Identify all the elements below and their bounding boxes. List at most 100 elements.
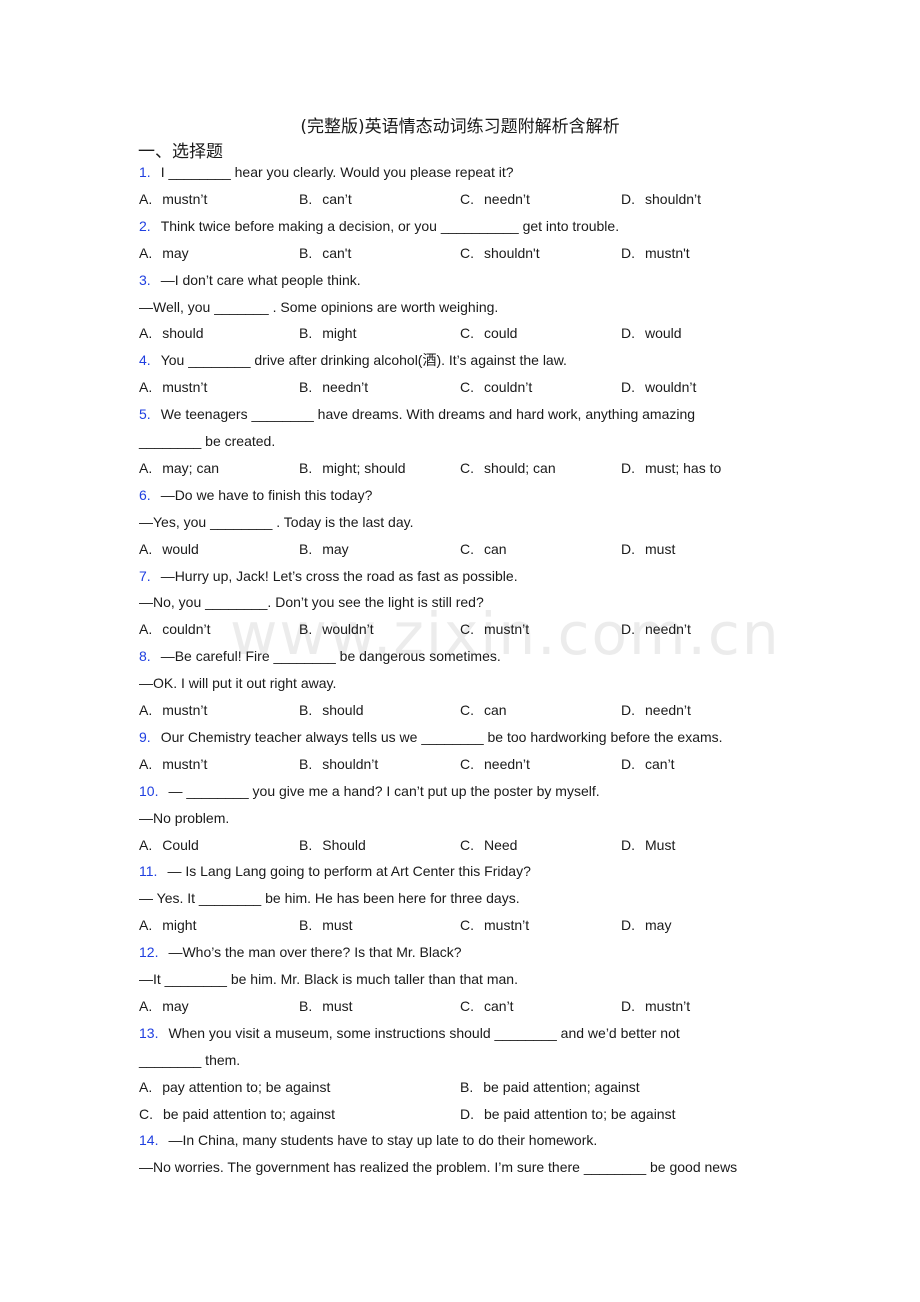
answer-option[interactable]: A. couldn’t [139, 620, 211, 638]
question-number: 2. [139, 217, 151, 234]
option-text: would [162, 540, 199, 557]
answer-option[interactable]: A. may [139, 997, 189, 1015]
answer-option[interactable]: B. might; should [299, 459, 406, 477]
answer-option[interactable]: B. be paid attention; against [460, 1078, 640, 1096]
answer-option[interactable]: B. must [299, 997, 353, 1015]
answer-option[interactable]: C. needn’t [460, 190, 530, 208]
answer-option[interactable]: B. must [299, 916, 353, 934]
answer-option[interactable]: A. may; can [139, 459, 219, 477]
answer-option[interactable]: B. wouldn’t [299, 620, 374, 638]
answer-option[interactable]: C. could [460, 324, 517, 342]
answer-option[interactable]: A. Could [139, 836, 199, 854]
option-letter: B. [299, 755, 313, 772]
answer-option[interactable]: C. can’t [460, 997, 514, 1015]
answer-option[interactable]: C. Need [460, 836, 517, 854]
answer-option[interactable]: D. mustn’t [621, 997, 690, 1015]
answer-option[interactable]: A. would [139, 540, 199, 558]
question-text: ________ be created. [139, 433, 276, 449]
option-letter: A. [139, 1078, 153, 1095]
option-text: can’t [645, 755, 675, 772]
option-letter: A. [139, 917, 153, 934]
answer-option[interactable]: D. Must [621, 836, 675, 854]
option-letter: B. [299, 459, 313, 476]
answer-option[interactable]: A. mustn’t [139, 190, 207, 208]
option-letter: C. [460, 755, 474, 772]
options-row: A. Could B. Should C. Need D. Must [139, 836, 839, 854]
question-line: —OK. I will put it out right away. [139, 674, 336, 692]
answer-option[interactable]: C. mustn’t [460, 620, 529, 638]
option-text: needn’t [484, 190, 530, 207]
question-stem: 4. You ________ drive after drinking alco… [139, 351, 567, 369]
option-text: needn’t [645, 702, 691, 718]
option-letter: D. [621, 325, 635, 342]
answer-option[interactable]: B. should [299, 701, 364, 719]
option-text: Should [322, 836, 366, 853]
option-letter: B. [299, 702, 313, 718]
question-stem: 3. —I don’t care what people think. [139, 271, 361, 289]
question-line: —No worries. The government has realized… [139, 1158, 737, 1176]
answer-option[interactable]: C. should; can [460, 459, 556, 477]
document-page: www.zixin.com.cn (完整版)英语情态动词练习题附解析含解析 一、… [0, 0, 920, 1302]
answer-option[interactable]: D. may [621, 916, 671, 934]
answer-option[interactable]: B. needn’t [299, 378, 368, 396]
option-text: might; should [322, 459, 406, 476]
answer-option[interactable]: B. can't [299, 244, 351, 262]
question-number: 11. [139, 863, 158, 880]
option-text: must [645, 540, 676, 557]
option-text: can't [322, 244, 352, 261]
answer-option[interactable]: D. needn’t [621, 620, 691, 638]
answer-option[interactable]: A. pay attention to; be against [139, 1078, 330, 1096]
answer-option[interactable]: D. must [621, 540, 675, 558]
question-text: —OK. I will put it out right away. [139, 675, 337, 692]
option-letter: B. [299, 540, 313, 557]
answer-option[interactable]: D. can’t [621, 755, 675, 773]
answer-option[interactable]: D. must; has to [621, 459, 721, 477]
option-letter: C. [460, 540, 474, 557]
option-text: Must [645, 836, 676, 853]
option-letter: D. [621, 379, 635, 396]
answer-option[interactable]: C. shouldn't [460, 244, 540, 262]
question-stem: 12. —Who’s the man over there? Is that Mr… [139, 943, 462, 961]
answer-option[interactable]: A. might [139, 916, 196, 934]
answer-option[interactable]: D. needn’t [621, 701, 691, 719]
question-number: 14. [139, 1132, 159, 1149]
answer-option[interactable]: A. should [139, 324, 204, 342]
option-letter: D. [621, 190, 635, 207]
answer-option[interactable]: B. may [299, 540, 349, 558]
answer-option[interactable]: A. mustn’t [139, 701, 207, 719]
answer-option[interactable]: B. might [299, 324, 356, 342]
option-letter: D. [621, 702, 635, 718]
answer-option[interactable]: B. Should [299, 836, 366, 854]
answer-option[interactable]: D. shouldn’t [621, 190, 701, 208]
options-row: A. pay attention to; be against B. be paid … [139, 1078, 839, 1096]
question-line: —It ________ be him. Mr. Black is much t… [139, 970, 518, 988]
answer-option[interactable]: A. may [139, 244, 189, 262]
answer-option[interactable]: D. be paid attention to; be against [460, 1105, 675, 1123]
answer-option[interactable]: D. mustn't [621, 244, 690, 262]
answer-option[interactable]: D. would [621, 324, 682, 342]
question-text: — ________ you give me a hand? I can’t p… [168, 782, 600, 799]
option-letter: B. [299, 379, 313, 396]
question-stem: 11. — Is Lang Lang going to perform at Ar… [139, 862, 531, 880]
answer-option[interactable]: B. can’t [299, 190, 352, 208]
answer-option[interactable]: A. mustn’t [139, 755, 207, 773]
answer-option[interactable]: C. can [460, 540, 507, 558]
options-row: A. may; can B. might; should C. should; can D.… [139, 459, 839, 477]
answer-option[interactable]: B. shouldn’t [299, 755, 378, 773]
answer-option[interactable]: A. mustn’t [139, 378, 207, 396]
option-letter: A. [139, 755, 153, 772]
answer-option[interactable]: C. can [460, 701, 507, 719]
option-letter: C. [460, 997, 474, 1014]
option-text: must; has to [645, 459, 722, 476]
answer-option[interactable]: C. mustn’t [460, 916, 529, 934]
option-letter: B. [299, 190, 313, 207]
answer-option[interactable]: C. needn’t [460, 755, 530, 773]
question-line: —No problem. [139, 809, 229, 827]
answer-option[interactable]: D. wouldn’t [621, 378, 696, 396]
answer-option[interactable]: C. be paid attention to; against [139, 1105, 335, 1123]
document-title: (完整版)英语情态动词练习题附解析含解析 [300, 117, 620, 137]
options-row: A. would B. may C. can D. must [139, 540, 839, 558]
answer-option[interactable]: C. couldn’t [460, 378, 532, 396]
question-text: When you visit a museum, some instructio… [168, 1024, 680, 1041]
option-text: shouldn't [484, 244, 540, 261]
